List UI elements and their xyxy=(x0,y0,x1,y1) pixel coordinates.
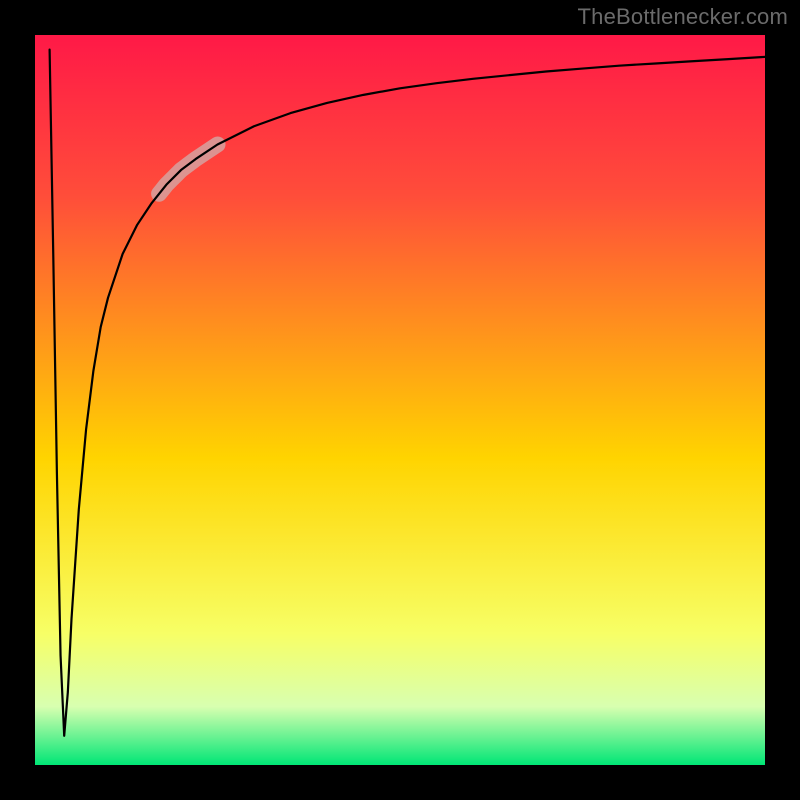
gradient-background xyxy=(35,35,765,765)
attribution-text: TheBottlenecker.com xyxy=(578,4,788,30)
chart-frame: TheBottlenecker.com xyxy=(0,0,800,800)
bottleneck-chart xyxy=(35,35,765,765)
plot-area xyxy=(35,35,765,765)
